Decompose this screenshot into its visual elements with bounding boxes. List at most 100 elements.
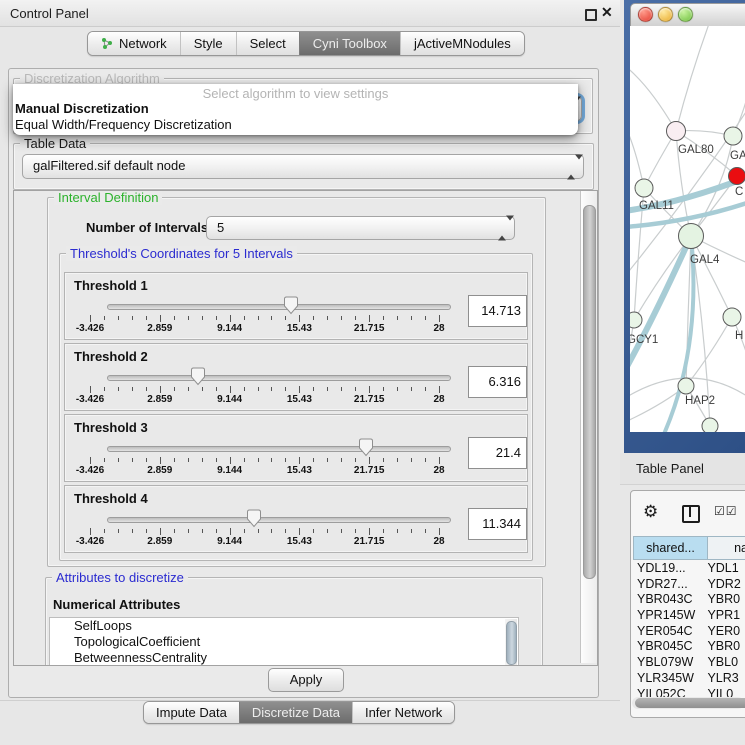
slider-tick xyxy=(244,529,245,533)
tab-select[interactable]: Select xyxy=(236,32,299,55)
network-node[interactable] xyxy=(667,122,686,141)
tab-impute-data[interactable]: Impute Data xyxy=(144,702,239,723)
table-cell: YDL19... xyxy=(633,561,707,577)
slider-tick-label: 9.144 xyxy=(217,323,242,334)
network-node[interactable] xyxy=(724,127,742,145)
table-column-header[interactable]: shared... xyxy=(633,536,708,560)
attribute-list-item[interactable]: BetweennessCentrality xyxy=(50,650,518,666)
gear-icon[interactable]: ⚙ xyxy=(643,502,658,522)
slider-track[interactable] xyxy=(107,304,451,310)
slider-track[interactable] xyxy=(107,446,451,452)
slider-tick-label: 2.859 xyxy=(147,465,172,476)
table-row[interactable]: YPR145WYPR1 xyxy=(633,608,745,624)
float-window-icon[interactable] xyxy=(585,9,597,21)
slider-thumb[interactable] xyxy=(283,296,299,315)
network-node-label: GA xyxy=(730,150,745,162)
slider-tick xyxy=(383,387,384,391)
table-row[interactable]: YLR345WYLR3 xyxy=(633,671,745,687)
threshold-value-field[interactable]: 6.316 xyxy=(468,366,527,398)
close-icon[interactable]: ✕ xyxy=(601,4,613,21)
slider-thumb[interactable] xyxy=(190,367,206,386)
table-row[interactable]: YBR045CYBR0 xyxy=(633,639,745,655)
slider-tick xyxy=(202,387,203,391)
slider-tick xyxy=(258,458,259,462)
slider-tick-label: 15.43 xyxy=(287,323,312,334)
threshold-label: Threshold 3 xyxy=(74,420,148,435)
network-edge[interactable] xyxy=(630,236,691,372)
scrollbar-thumb[interactable] xyxy=(635,698,745,708)
threshold-value-field[interactable]: 21.4 xyxy=(468,437,527,469)
slider-tick xyxy=(397,316,398,320)
table-column-header[interactable]: na xyxy=(708,536,745,560)
network-node[interactable] xyxy=(679,224,704,249)
threshold-value-field[interactable]: 11.344 xyxy=(468,508,527,540)
network-node[interactable] xyxy=(702,418,718,432)
apply-button[interactable]: Apply xyxy=(268,668,344,692)
table-row[interactable]: YIL052CYIL0 xyxy=(633,687,745,698)
number-of-intervals-combobox[interactable]: 5 xyxy=(206,216,515,240)
column-header-label: na xyxy=(734,541,745,555)
numerical-attributes-title: Numerical Attributes xyxy=(53,597,180,612)
network-edge[interactable] xyxy=(630,66,676,131)
slider-thumb[interactable] xyxy=(246,509,262,528)
split-columns-icon[interactable] xyxy=(682,505,700,523)
tab-discretize-data[interactable]: Discretize Data xyxy=(239,702,352,723)
slider-tick xyxy=(327,316,328,320)
window-close-button[interactable] xyxy=(638,7,653,22)
algorithm-option[interactable]: Manual Discretization xyxy=(15,101,149,116)
table-data-combobox[interactable]: galFiltered.sif default node xyxy=(22,154,584,179)
table-cell: YBL0 xyxy=(707,655,745,671)
attribute-list-item[interactable]: TopologicalCoefficient xyxy=(50,634,518,650)
slider-tick-label: 28 xyxy=(433,536,444,547)
slider-tick xyxy=(285,529,286,533)
network-edge[interactable] xyxy=(630,126,644,188)
slider-tick xyxy=(90,386,91,393)
settings-scrollbar[interactable] xyxy=(580,191,597,663)
slider-tick-label: -3.426 xyxy=(76,394,104,405)
cyni-mode-tabs: Impute DataDiscretize DataInfer Network xyxy=(143,701,455,724)
algorithm-option[interactable]: Equal Width/Frequency Discretization xyxy=(15,117,232,132)
table-row[interactable]: YDR27...YDR2 xyxy=(633,577,745,593)
table-panel-title: Table Panel xyxy=(636,461,704,476)
slider-tick xyxy=(118,387,119,391)
table-row[interactable]: YBR043CYBR0 xyxy=(633,592,745,608)
network-edge[interactable] xyxy=(676,26,710,131)
table-row[interactable]: YDL19...YDL1 xyxy=(633,561,745,577)
threshold-value-field[interactable]: 14.713 xyxy=(468,295,527,327)
table-hscrollbar[interactable] xyxy=(632,697,744,709)
network-node[interactable] xyxy=(635,179,653,197)
slider-tick-label: -3.426 xyxy=(76,536,104,547)
slider-track[interactable] xyxy=(107,375,451,381)
slider-thumb[interactable] xyxy=(358,438,374,457)
tab-style[interactable]: Style xyxy=(180,32,236,55)
table-row[interactable]: YBL079WYBL0 xyxy=(633,655,745,671)
network-node[interactable] xyxy=(729,168,745,185)
slider-tick xyxy=(104,529,105,533)
scrollbar-thumb[interactable] xyxy=(583,205,596,579)
table-row[interactable]: YER054CYER0 xyxy=(633,624,745,640)
slider-tick xyxy=(132,316,133,320)
attribute-list-item[interactable]: SelfLoops xyxy=(50,618,518,634)
slider-track[interactable] xyxy=(107,517,451,523)
network-node[interactable] xyxy=(723,308,741,326)
network-node[interactable] xyxy=(630,312,642,328)
network-canvas[interactable]: GAL80GACGAL11GAL4GCY1HHAP2 xyxy=(630,26,745,432)
attributes-list-scrollbar[interactable] xyxy=(505,619,517,666)
network-node[interactable] xyxy=(678,378,694,394)
column-header-label: shared... xyxy=(646,541,695,555)
slider-tick xyxy=(383,529,384,533)
tab-infer-network[interactable]: Infer Network xyxy=(352,702,454,723)
numerical-attributes-list[interactable]: SelfLoopsTopologicalCoefficientBetweenne… xyxy=(49,617,519,666)
table-cell: YPR1 xyxy=(707,608,745,624)
slider-tick xyxy=(383,316,384,320)
slider-tick xyxy=(397,529,398,533)
tab-network[interactable]: Network xyxy=(88,32,180,55)
select-columns-icon[interactable]: ☑☑ xyxy=(714,504,738,518)
tab-cyni-toolbox[interactable]: Cyni Toolbox xyxy=(299,32,400,55)
slider-tick-label: 21.715 xyxy=(354,536,385,547)
slider-tick xyxy=(271,529,272,533)
slider-tick xyxy=(411,387,412,391)
window-minimize-button[interactable] xyxy=(658,7,673,22)
window-zoom-button[interactable] xyxy=(678,7,693,22)
tab-jactivemnodules[interactable]: jActiveMNodules xyxy=(400,32,524,55)
